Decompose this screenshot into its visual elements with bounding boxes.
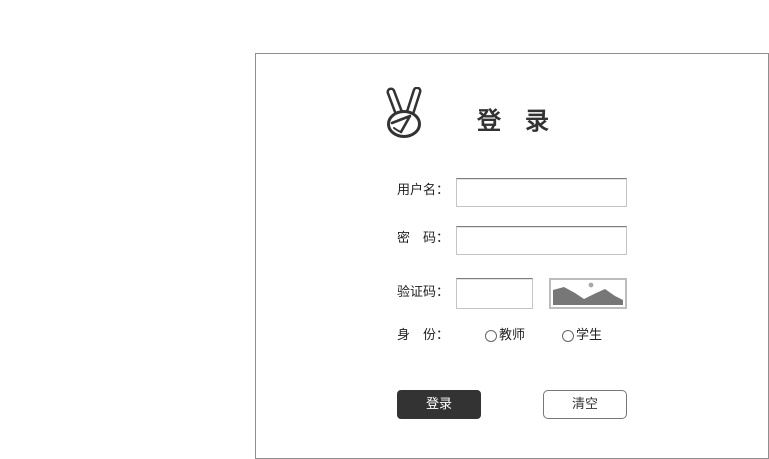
captcha-image[interactable] — [549, 278, 627, 309]
image-placeholder-icon — [551, 280, 625, 307]
captcha-input[interactable] — [456, 278, 533, 309]
username-label: 用户名： — [397, 183, 450, 198]
clear-button[interactable]: 清空 — [543, 390, 627, 419]
role-label: 身 份： — [397, 328, 450, 343]
username-input[interactable] — [456, 178, 627, 207]
password-label: 密 码： — [397, 231, 450, 246]
role-radio-student[interactable] — [562, 330, 574, 342]
role-option-student-label[interactable]: 学生 — [576, 328, 602, 344]
page-title: 登 录 — [477, 107, 549, 135]
victory-hand-icon — [385, 86, 423, 139]
role-option-teacher-label[interactable]: 教师 — [499, 328, 525, 344]
login-button[interactable]: 登录 — [397, 390, 481, 419]
login-panel: 登 录 用户名： 密 码： 验证码： 身 份： 教师 学生 登录 清空 — [255, 53, 769, 459]
password-input[interactable] — [456, 226, 627, 255]
captcha-label: 验证码： — [397, 285, 450, 300]
role-radio-teacher[interactable] — [485, 330, 497, 342]
